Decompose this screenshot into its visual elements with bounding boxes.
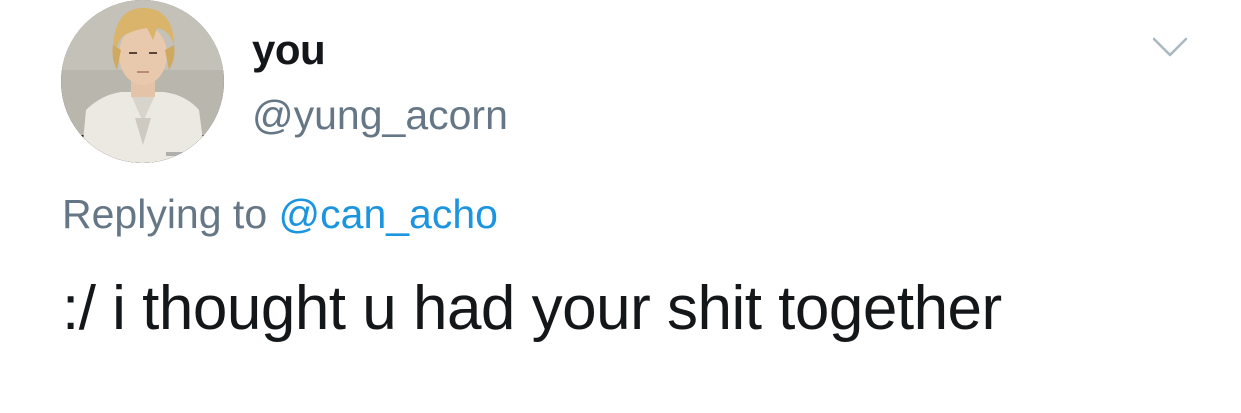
handle[interactable]: @yung_acorn [252, 95, 508, 136]
tweet-text: :/ i thought u had your shit together [62, 274, 1002, 343]
reply-context: Replying to @can_acho [62, 194, 498, 235]
reply-mention-link[interactable]: @can_acho [279, 191, 498, 237]
reply-prefix: Replying to [62, 191, 279, 237]
avatar[interactable] [61, 0, 224, 163]
display-name[interactable]: you [252, 29, 326, 71]
chevron-down-icon[interactable] [1152, 36, 1188, 60]
avatar-image [61, 0, 224, 163]
tweet: you @yung_acorn Replying to @can_acho :/… [0, 0, 1241, 413]
